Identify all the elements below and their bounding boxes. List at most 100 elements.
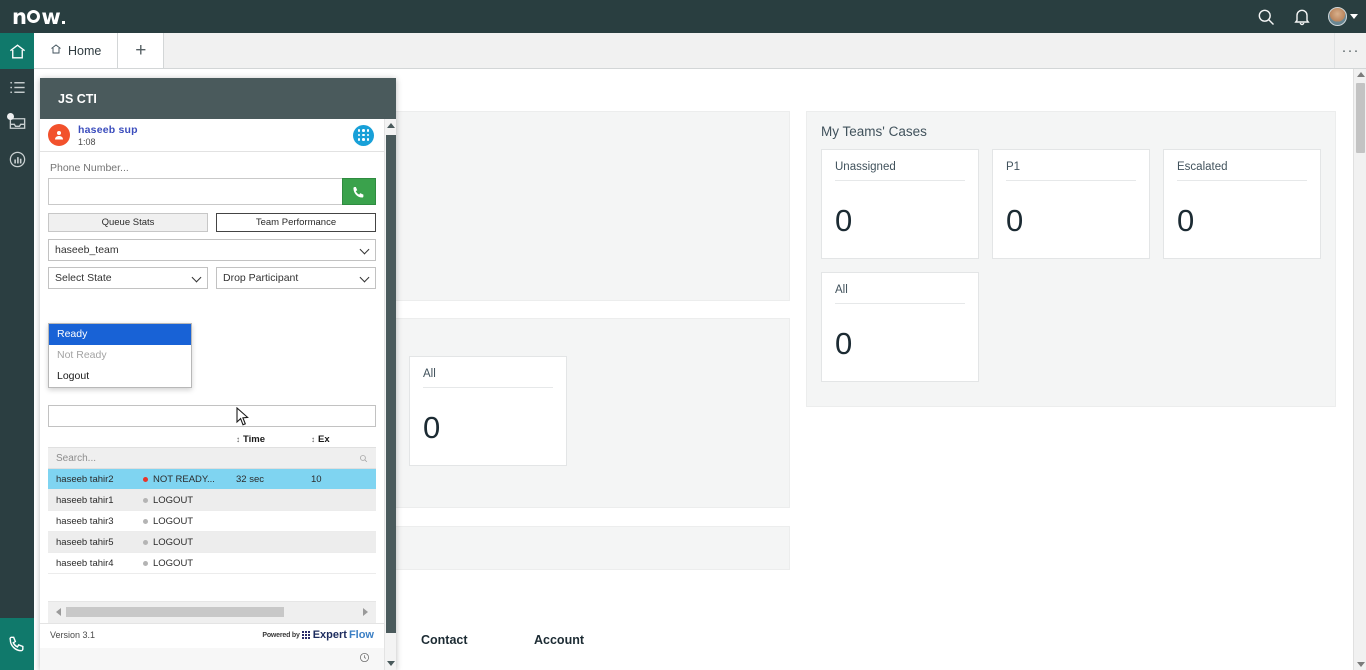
kpi-card-all-mid[interactable]: All 0: [409, 356, 567, 466]
chevron-down-icon: [1350, 14, 1358, 19]
agent-name: haseeb tahir2: [48, 474, 143, 485]
scroll-down-arrow-icon[interactable]: [1357, 662, 1365, 667]
cti-scroll-down-arrow-icon[interactable]: [387, 661, 395, 666]
agent-state: LOGOUT: [143, 516, 236, 527]
state-select-value: Select State: [55, 272, 112, 284]
hscrollbar-thumb[interactable]: [66, 607, 284, 617]
cti-version-label: Version 3.1: [50, 630, 95, 640]
cti-button-row: Queue Stats Team Performance: [48, 213, 376, 232]
kpi-card-unassigned[interactable]: Unassigned 0: [821, 149, 979, 259]
logo-dot: [62, 21, 65, 24]
cti-agent-bar: haseeb sup 1:08: [40, 119, 384, 152]
cti-scrollbar-thumb[interactable]: [386, 135, 396, 633]
clock-icon[interactable]: [359, 650, 370, 668]
agent-state: LOGOUT: [143, 537, 236, 548]
rail-item-inbox[interactable]: [0, 105, 34, 141]
team-select[interactable]: haseeb_team: [48, 239, 376, 261]
home-icon: [50, 43, 62, 58]
top-navigation-bar: nw: [0, 0, 1366, 33]
rail-item-reports[interactable]: [0, 141, 34, 177]
cti-scrollbar[interactable]: [384, 119, 396, 670]
tab-home[interactable]: Home: [34, 33, 118, 68]
cti-content: haseeb sup 1:08 Phone Number... Queue: [40, 119, 384, 670]
cti-softphone-window: JS CTI haseeb sup 1:08 Phone Number...: [40, 78, 396, 670]
call-button[interactable]: [342, 178, 376, 205]
kpi-card-p1[interactable]: P1 0: [992, 149, 1150, 259]
agent-state: LOGOUT: [143, 558, 236, 569]
queue-stats-button[interactable]: Queue Stats: [48, 213, 208, 232]
user-menu[interactable]: [1328, 7, 1358, 26]
state-select[interactable]: Select State: [48, 267, 208, 289]
agent-state-label: LOGOUT: [153, 495, 193, 506]
state-option-logout[interactable]: Logout: [49, 366, 191, 387]
logo-o-ring: [27, 10, 40, 23]
kpi-card-all-teams[interactable]: All 0: [821, 272, 979, 382]
cti-scroll-up-arrow-icon[interactable]: [387, 123, 395, 128]
bell-icon[interactable]: [1292, 7, 1312, 27]
scroll-right-arrow-icon[interactable]: [363, 608, 368, 616]
rail-item-phone[interactable]: [0, 618, 34, 670]
powered-by-label: Powered by: [262, 632, 299, 639]
table-row[interactable]: haseeb tahir3 LOGOUT: [48, 511, 376, 532]
secondary-text-input[interactable]: [48, 405, 376, 427]
state-option-not-ready: Not Ready: [49, 345, 191, 366]
powered-by-expertflow: Powered by Expert Flow: [262, 629, 374, 641]
status-led-icon: [143, 519, 148, 524]
browser-tab-strip: Home + ···: [34, 33, 1366, 69]
kpi-card-escalated[interactable]: Escalated 0: [1163, 149, 1321, 259]
cti-window-title[interactable]: JS CTI: [40, 78, 396, 119]
phone-number-input[interactable]: [48, 178, 342, 205]
agents-search-placeholder: Search...: [56, 453, 96, 464]
avatar: [1328, 7, 1347, 26]
agents-table-header: ↕ Time ↕ Ex: [48, 431, 376, 448]
agent-name: haseeb tahir4: [48, 558, 143, 569]
agent-state: LOGOUT: [143, 495, 236, 506]
team-performance-button[interactable]: Team Performance: [216, 213, 376, 232]
dialpad-icon[interactable]: [353, 125, 374, 146]
team-select-value: haseeb_team: [55, 244, 119, 256]
user-icon: [48, 124, 70, 146]
agent-state-label: LOGOUT: [153, 558, 193, 569]
case-list-col-contact[interactable]: Contact: [421, 625, 534, 655]
agent-name: haseeb tahir5: [48, 537, 143, 548]
mouse-cursor-icon: [236, 407, 249, 431]
new-tab-button[interactable]: +: [118, 33, 164, 68]
tab-overflow-button[interactable]: ···: [1334, 33, 1366, 68]
status-led-icon: [143, 561, 148, 566]
state-option-ready[interactable]: Ready: [49, 324, 191, 345]
left-icon-rail: [0, 33, 34, 670]
agents-table: ↕ Time ↕ Ex Search... haseeb tahir2: [48, 431, 376, 574]
search-icon: [359, 454, 368, 463]
drop-participant-select[interactable]: Drop Participant: [216, 267, 376, 289]
table-row[interactable]: haseeb tahir5 LOGOUT: [48, 532, 376, 553]
rail-item-all-menu[interactable]: [0, 69, 34, 105]
status-led-icon: [143, 540, 148, 545]
scroll-up-arrow-icon[interactable]: [1357, 72, 1365, 77]
status-led-icon: [143, 477, 148, 482]
table-row[interactable]: haseeb tahir4 LOGOUT: [48, 553, 376, 574]
cti-agent-info: haseeb sup 1:08: [78, 124, 353, 147]
agents-col-extension[interactable]: ↕ Ex: [311, 434, 371, 445]
state-select-dropdown[interactable]: Ready Not Ready Logout: [48, 323, 192, 388]
rail-item-home[interactable]: [0, 33, 34, 69]
cti-agent-name: haseeb sup: [78, 124, 353, 136]
now-logo[interactable]: nw: [12, 5, 65, 29]
agents-table-search[interactable]: Search...: [48, 448, 376, 469]
table-row[interactable]: haseeb tahir2 NOT READY... 32 sec 10: [48, 469, 376, 490]
kpi-value: 0: [835, 326, 965, 362]
table-row[interactable]: haseeb tahir1 LOGOUT: [48, 490, 376, 511]
kpi-label: Unassigned: [835, 161, 965, 181]
agents-col-time[interactable]: ↕ Time: [236, 434, 311, 445]
drop-participant-value: Drop Participant: [223, 272, 298, 284]
search-icon[interactable]: [1256, 7, 1276, 27]
scrollbar-thumb[interactable]: [1356, 83, 1365, 153]
vendor-name-part2: Flow: [349, 629, 374, 641]
case-list-col-account[interactable]: Account: [534, 625, 654, 655]
agent-name: haseeb tahir1: [48, 495, 143, 506]
page-scrollbar[interactable]: [1353, 69, 1366, 670]
chevron-down-icon: [361, 246, 368, 253]
scroll-left-arrow-icon[interactable]: [56, 608, 61, 616]
agents-table-hscrollbar[interactable]: [48, 601, 376, 623]
kpi-value: 0: [1006, 203, 1136, 239]
vendor-name-part1: Expert: [313, 629, 347, 641]
